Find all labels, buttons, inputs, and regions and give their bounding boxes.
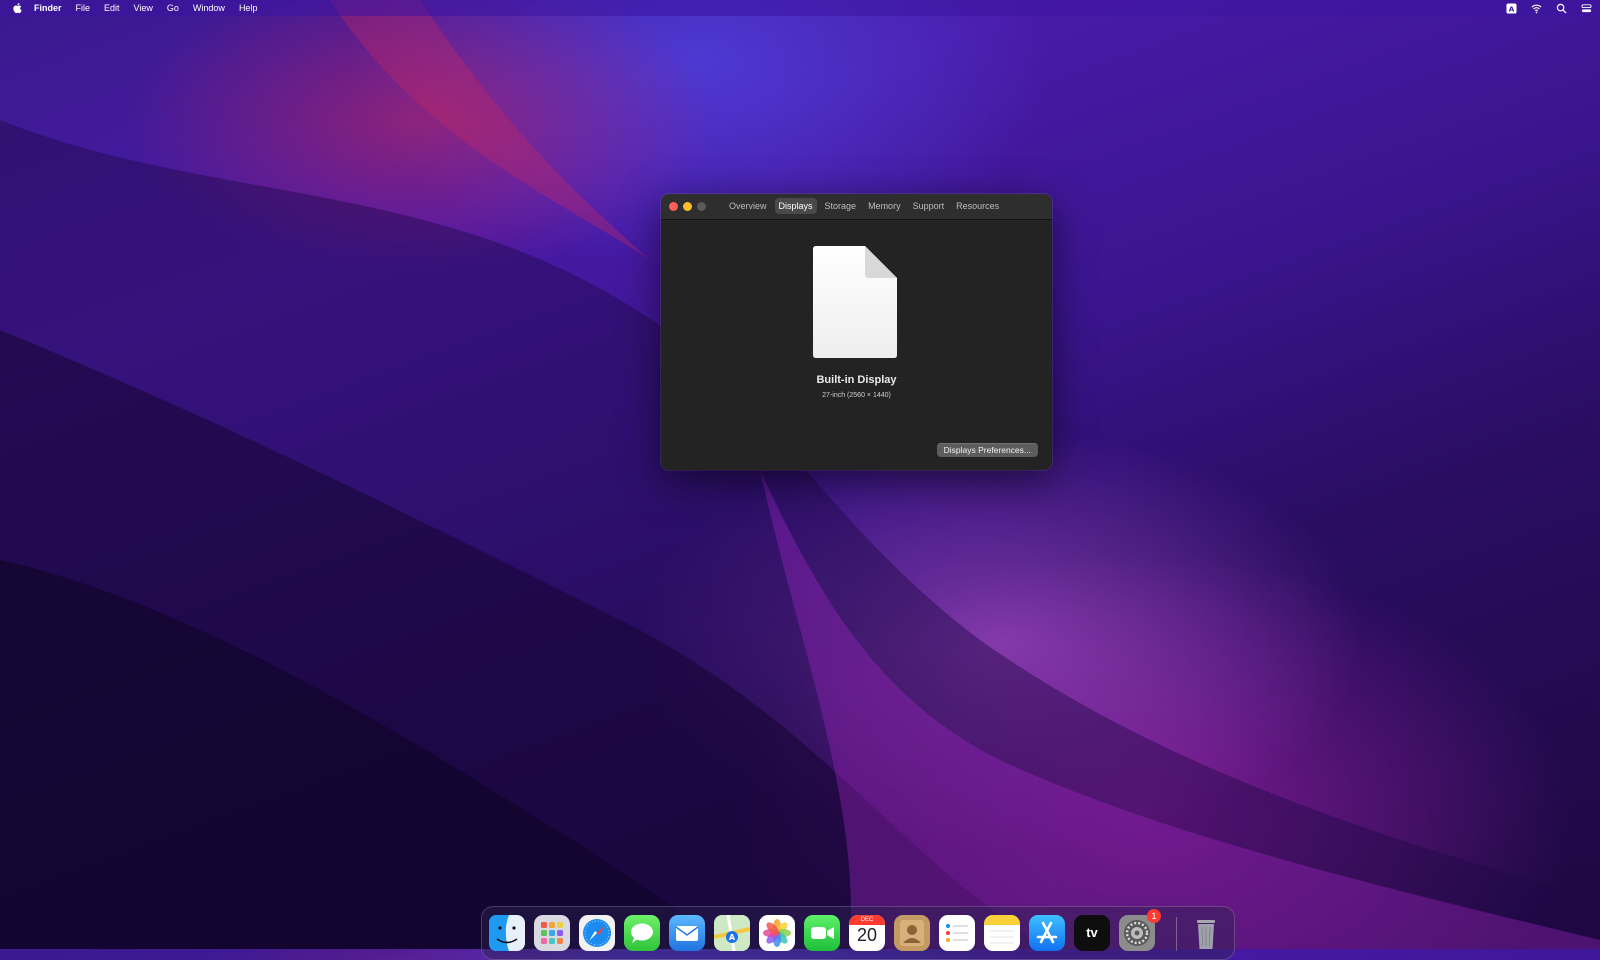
about-this-mac-window: Overview Displays Storage Memory Support… xyxy=(661,194,1052,470)
spotlight-icon[interactable] xyxy=(1556,3,1567,14)
app-store-icon[interactable] xyxy=(1029,915,1065,951)
notes-icon[interactable] xyxy=(984,915,1020,951)
tab-storage[interactable]: Storage xyxy=(821,198,861,214)
tab-bar: Overview Displays Storage Memory Support… xyxy=(725,198,1003,214)
apple-menu-icon[interactable] xyxy=(12,2,24,14)
tab-displays[interactable]: Displays xyxy=(774,198,817,214)
calendar-month: DEC xyxy=(860,917,874,923)
display-document-icon xyxy=(813,246,897,358)
wifi-icon[interactable] xyxy=(1531,3,1542,14)
window-titlebar[interactable]: Overview Displays Storage Memory Support… xyxy=(661,194,1052,220)
facetime-icon[interactable] xyxy=(804,915,840,951)
system-preferences-icon[interactable]: 1 xyxy=(1119,909,1161,951)
reminders-icon[interactable] xyxy=(939,915,975,951)
control-center-icon[interactable] xyxy=(1581,3,1592,14)
trash-icon[interactable] xyxy=(1188,915,1224,951)
maps-icon[interactable]: A xyxy=(713,914,751,952)
messages-icon[interactable] xyxy=(624,915,660,951)
dock: A DEC 20 tv 1 xyxy=(481,906,1235,960)
photos-icon[interactable] xyxy=(759,915,795,951)
wallpaper xyxy=(0,0,1600,949)
window-controls xyxy=(669,202,706,211)
apple-tv-icon[interactable]: tv xyxy=(1074,915,1110,951)
svg-text:A: A xyxy=(729,933,736,942)
calendar-icon[interactable]: DEC 20 xyxy=(849,915,885,951)
tab-overview[interactable]: Overview xyxy=(725,198,771,214)
close-button[interactable] xyxy=(669,202,678,211)
zoom-button[interactable] xyxy=(697,202,706,211)
display-name: Built-in Display xyxy=(816,374,897,386)
menu-extras: A xyxy=(1506,0,1592,16)
finder-icon[interactable] xyxy=(489,915,525,951)
tab-resources[interactable]: Resources xyxy=(952,198,1003,214)
svg-text:A: A xyxy=(1509,4,1515,13)
menu-file[interactable]: File xyxy=(76,3,91,13)
calendar-day: 20 xyxy=(856,925,878,945)
apple-tv-label: tv xyxy=(1086,925,1098,940)
notification-badge: 1 xyxy=(1147,909,1161,923)
menu-view[interactable]: View xyxy=(134,3,153,13)
menu-go[interactable]: Go xyxy=(167,3,179,13)
menu-app-name[interactable]: Finder xyxy=(34,3,62,13)
tab-memory[interactable]: Memory xyxy=(864,198,905,214)
safari-icon[interactable] xyxy=(579,915,615,951)
tab-support[interactable]: Support xyxy=(909,198,949,214)
minimize-button[interactable] xyxy=(683,202,692,211)
contacts-icon[interactable] xyxy=(894,915,930,951)
menu-window[interactable]: Window xyxy=(193,3,225,13)
input-source-icon[interactable]: A xyxy=(1506,2,1517,14)
mail-icon[interactable] xyxy=(669,915,705,951)
menu-edit[interactable]: Edit xyxy=(104,3,120,13)
displays-preferences-button[interactable]: Displays Preferences... xyxy=(936,443,1038,457)
launchpad-icon[interactable] xyxy=(534,915,570,951)
display-resolution: 27-inch (2560 × 1440) xyxy=(822,392,891,399)
menu-bar: Finder File Edit View Go Window Help A xyxy=(0,0,1600,16)
dock-separator xyxy=(1176,917,1177,951)
menu-help[interactable]: Help xyxy=(239,3,258,13)
